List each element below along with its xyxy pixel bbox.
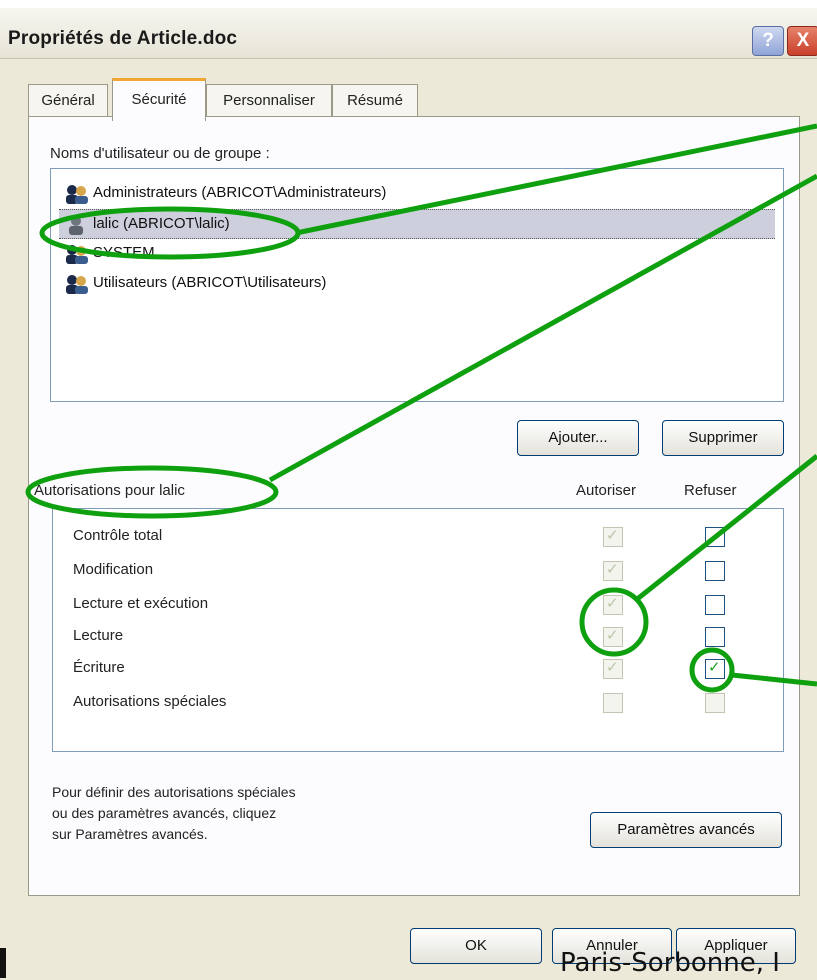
perm-row-ecriture: Écriture — [73, 659, 125, 676]
remove-button[interactable]: Supprimer — [662, 420, 784, 456]
perm-row-autorisations-speciales: Autorisations spéciales — [73, 693, 227, 710]
group-icon — [66, 275, 88, 294]
deny-checkbox[interactable] — [705, 693, 725, 713]
advanced-help-text: Pour définir des autorisations spéciales… — [52, 782, 372, 845]
allow-checkbox[interactable]: ✓ — [603, 595, 623, 615]
tab-general[interactable]: Général — [28, 84, 108, 117]
allow-checkbox[interactable]: ✓ — [603, 561, 623, 581]
advanced-settings-button[interactable]: Paramètres avancés — [590, 812, 782, 848]
help-line-2: ou des paramètres avancés, cliquez — [52, 805, 277, 821]
perm-row-lecture-execution: Lecture et exécution — [73, 595, 209, 612]
help-line-3: sur Paramètres avancés. — [52, 826, 208, 842]
window-title: Propriétés de Article.doc — [8, 28, 238, 49]
perm-row-modification: Modification — [73, 561, 154, 578]
deny-checkbox[interactable] — [705, 627, 725, 647]
tab-resume[interactable]: Résumé — [332, 84, 418, 117]
list-item-administrateurs[interactable]: Administrateurs (ABRICOT\Administrateurs… — [59, 179, 775, 207]
slide-edge-mark — [0, 948, 6, 978]
user-icon — [69, 216, 83, 235]
user-label: lalic (ABRICOT\lalic) — [93, 215, 230, 232]
column-allow: Autoriser — [576, 482, 637, 499]
perm-row-lecture: Lecture — [73, 627, 124, 644]
user-label: Utilisateurs (ABRICOT\Utilisateurs) — [93, 274, 327, 291]
footer-text: Paris-Sorbonne, I — [560, 948, 780, 978]
allow-checkbox[interactable] — [603, 693, 623, 713]
column-deny: Refuser — [684, 482, 737, 499]
group-icon — [66, 245, 88, 264]
tab-securite[interactable]: Sécurité — [112, 78, 206, 121]
deny-checkbox-checked[interactable]: ✓ — [705, 659, 725, 679]
close-button[interactable]: X — [787, 26, 817, 56]
title-bar[interactable]: Propriétés de Article.doc ? X — [0, 8, 817, 59]
allow-checkbox[interactable]: ✓ — [603, 627, 623, 647]
deny-checkbox[interactable] — [705, 561, 725, 581]
list-item-utilisateurs[interactable]: Utilisateurs (ABRICOT\Utilisateurs) — [59, 269, 775, 297]
ok-button[interactable]: OK — [410, 928, 542, 964]
list-item-lalic[interactable]: lalic (ABRICOT\lalic) — [59, 209, 775, 239]
users-list[interactable]: Administrateurs (ABRICOT\Administrateurs… — [50, 168, 784, 402]
deny-checkbox[interactable] — [705, 527, 725, 547]
permissions-heading: Autorisations pour lalic — [34, 482, 185, 499]
allow-checkbox[interactable]: ✓ — [603, 527, 623, 547]
list-item-system[interactable]: SYSTEM — [59, 239, 775, 267]
help-button[interactable]: ? — [752, 26, 784, 56]
users-heading: Noms d'utilisateur ou de groupe : — [50, 145, 270, 162]
user-label: SYSTEM — [93, 244, 155, 261]
allow-checkbox[interactable]: ✓ — [603, 659, 623, 679]
deny-checkbox[interactable] — [705, 595, 725, 615]
help-line-1: Pour définir des autorisations spéciales — [52, 784, 296, 800]
user-label: Administrateurs (ABRICOT\Administrateurs… — [93, 184, 387, 201]
add-button[interactable]: Ajouter... — [517, 420, 639, 456]
tab-personnaliser[interactable]: Personnaliser — [206, 84, 332, 117]
perm-row-controle-total: Contrôle total — [73, 527, 163, 544]
permissions-list: Contrôle total Modification Lecture et e… — [52, 508, 784, 752]
group-icon — [66, 185, 88, 204]
